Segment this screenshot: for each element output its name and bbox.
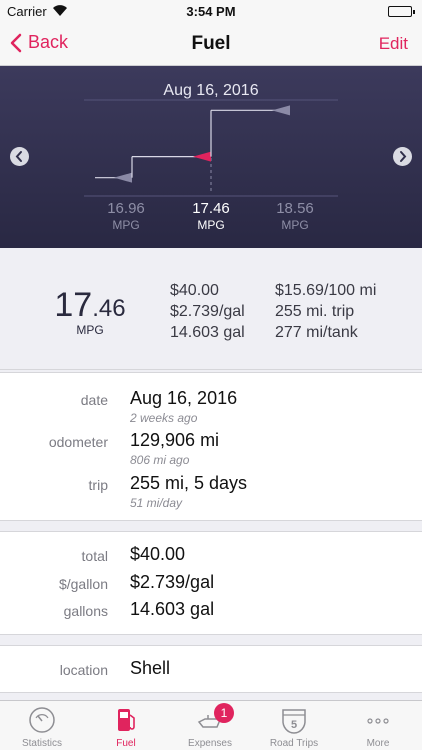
location-value: Shell (130, 658, 171, 678)
highway-shield-icon: 5 (282, 709, 306, 734)
page-title: Fuel (191, 33, 231, 54)
summary-gallons: 14.603 gal (170, 324, 245, 341)
chart-date: Aug 16, 2016 (163, 82, 259, 99)
chart-label-unit: MPG (112, 218, 140, 232)
odometer-label: odometer (48, 434, 108, 450)
trip-label: trip (88, 477, 108, 493)
total-label: total (81, 548, 108, 564)
navigation-bar: Back Fuel Edit (0, 22, 422, 66)
odometer-sub: 806 mi ago (130, 453, 190, 467)
fillup-marker (272, 105, 290, 116)
more-dots-icon (367, 718, 389, 724)
chart-label-current: 17.46 MPG (171, 200, 251, 232)
status-bar: Carrier 3:54 PM (0, 0, 422, 22)
chevron-right-icon (400, 151, 407, 162)
details-section: date Aug 16, 2016 2 weeks ago odometer 1… (0, 372, 422, 521)
gallons-value: 14.603 gal (130, 599, 215, 619)
tab-label: Fuel (116, 738, 136, 749)
chart-label-value: 17.46 (192, 200, 230, 217)
chart-label-value: 16.96 (107, 200, 145, 217)
next-fillup-button[interactable] (393, 147, 412, 166)
chart-label-value: 18.56 (276, 200, 314, 217)
trip-sub: 51 mi/day (130, 496, 183, 510)
tab-label: More (366, 738, 390, 749)
cost-section: total $40.00 $/gallon $2.739/gal gallons… (0, 531, 422, 635)
fillup-summary: 17.46 MPG $40.00 $2.739/gal 14.603 gal $… (0, 248, 422, 370)
fillup-marker (114, 172, 132, 183)
fuel-pump-icon (118, 709, 135, 731)
price-value: $2.739/gal (130, 572, 215, 592)
chart-label-next: 18.56 MPG (255, 200, 335, 232)
trip-value: 255 mi, 5 days (130, 473, 248, 493)
odometer-value: 129,906 mi (130, 430, 220, 450)
location-section: location Shell (0, 645, 422, 693)
chart-label-unit: MPG (197, 218, 225, 232)
summary-mpg: 17.46 MPG (40, 286, 140, 337)
tab-label: Road Trips (269, 738, 319, 749)
summary-mpg-decimal: .46 (92, 295, 126, 322)
shield-number: 5 (291, 719, 297, 731)
summary-distance-column: $15.69/100 mi 255 mi. trip 277 mi/tank (275, 280, 376, 343)
location-label: location (59, 662, 108, 678)
chart-label-previous: 16.96 MPG (86, 200, 166, 232)
tab-expenses[interactable]: 1 Expenses (168, 701, 252, 750)
tab-bar: Statistics Fuel 1 Expenses 5 Road Trips (0, 700, 422, 750)
total-value: $40.00 (130, 544, 186, 564)
date-sub: 2 weeks ago (130, 411, 198, 425)
tab-more[interactable]: More (336, 701, 420, 750)
summary-trip: 255 mi. trip (275, 303, 355, 320)
summary-cost-per-distance: $15.69/100 mi (275, 282, 377, 299)
selected-fillup-marker (193, 151, 211, 162)
previous-fillup-button[interactable] (10, 147, 29, 166)
tab-statistics[interactable]: Statistics (0, 701, 84, 750)
status-time: 3:54 PM (186, 4, 236, 19)
chart-label-unit: MPG (281, 218, 309, 232)
date-value: Aug 16, 2016 (130, 388, 238, 408)
battery-icon (388, 6, 415, 17)
mpg-chart-panel[interactable]: Aug 16, 2016 16.96 MPG 17.46 MPG 18.56 M… (0, 66, 422, 248)
gallons-label: gallons (63, 603, 108, 619)
tab-label: Expenses (188, 738, 232, 749)
tab-road-trips[interactable]: 5 Road Trips (252, 701, 336, 750)
tab-fuel[interactable]: Fuel (84, 701, 168, 750)
date-label: date (80, 392, 108, 408)
summary-cost-column: $40.00 $2.739/gal 14.603 gal (170, 280, 245, 343)
chevron-left-icon (15, 151, 22, 162)
price-label: $/gallon (58, 576, 108, 592)
summary-range: 277 mi/tank (275, 324, 358, 341)
summary-total: $40.00 (170, 282, 219, 299)
summary-mpg-whole: 17 (54, 286, 93, 324)
tab-label: Statistics (21, 738, 62, 749)
summary-mpg-unit: MPG (76, 323, 104, 337)
gauge-icon (29, 707, 55, 733)
summary-price: $2.739/gal (170, 303, 245, 320)
edit-button[interactable]: Edit (379, 34, 408, 54)
expenses-badge: 1 (214, 703, 234, 723)
